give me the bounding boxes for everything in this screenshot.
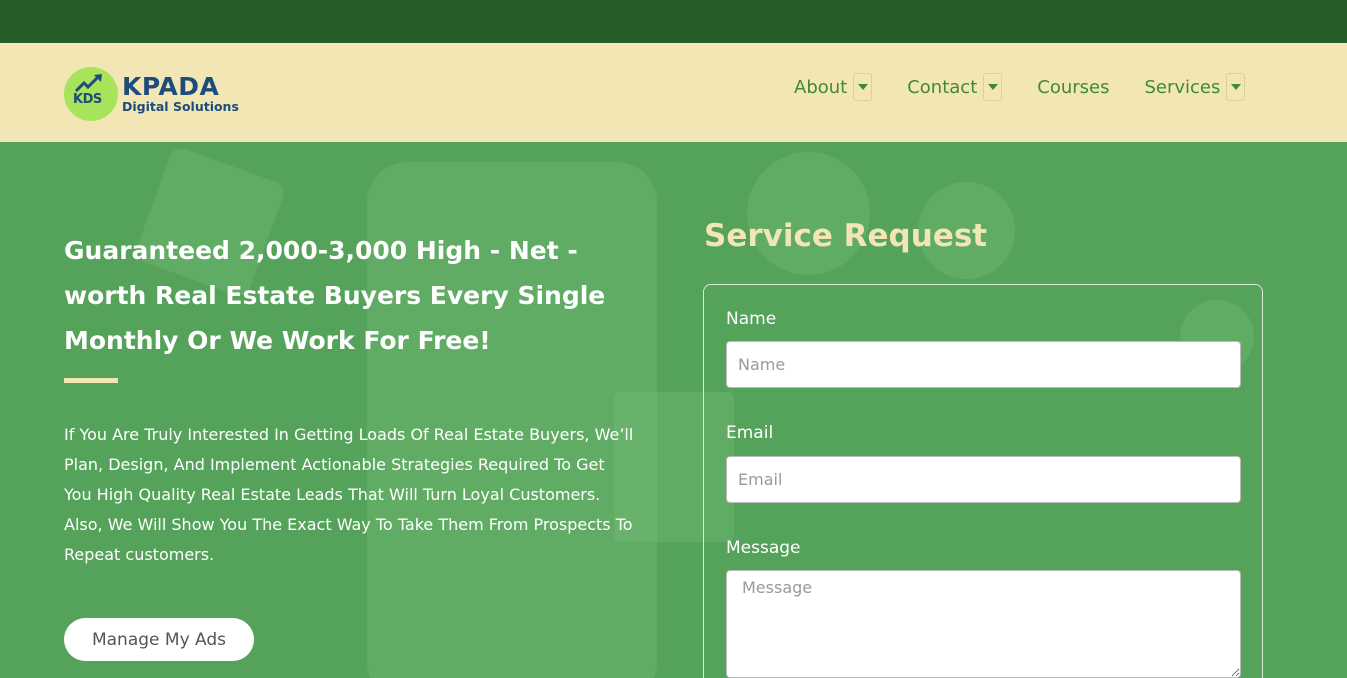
trend-arrow-icon — [74, 74, 102, 93]
logo-badge-text: KDS — [73, 92, 102, 107]
email-label: Email — [726, 423, 774, 443]
logo-wordmark: KPADA Digital Solutions — [122, 74, 239, 114]
chevron-down-icon[interactable] — [853, 73, 873, 101]
background-circle-shape — [747, 152, 870, 275]
name-label: Name — [726, 309, 777, 329]
nav-item-services[interactable]: Services — [1144, 73, 1246, 101]
name-field[interactable] — [726, 341, 1241, 388]
logo-badge: KDS — [64, 67, 118, 121]
headline-divider — [64, 378, 118, 383]
chevron-down-icon[interactable] — [1226, 73, 1246, 101]
nav-item-about[interactable]: About — [794, 73, 873, 101]
site-header: KDS KPADA Digital Solutions About Contac… — [0, 43, 1347, 142]
brand-name: KPADA — [122, 72, 220, 102]
nav-item-contact[interactable]: Contact — [907, 73, 1003, 101]
email-field[interactable] — [726, 456, 1241, 503]
nav-item-label: Contact — [907, 76, 978, 98]
main-nav: About Contact Courses Services — [794, 73, 1246, 101]
nav-item-label: Courses — [1037, 76, 1110, 98]
manage-my-ads-button[interactable]: Manage My Ads — [64, 618, 254, 661]
site-logo[interactable]: KDS KPADA Digital Solutions — [64, 67, 239, 121]
form-title: Service Request — [704, 218, 988, 254]
chevron-down-icon[interactable] — [983, 73, 1003, 101]
message-label: Message — [726, 538, 801, 558]
brand-subtitle: Digital Solutions — [122, 99, 239, 115]
hero-headline: Guaranteed 2,000-3,000 High - Net - wort… — [64, 236, 606, 355]
nav-item-courses[interactable]: Courses — [1037, 77, 1109, 98]
message-field[interactable] — [726, 570, 1241, 678]
hero-description: If You Are Truly Interested In Getting L… — [64, 425, 634, 564]
nav-item-label: Services — [1144, 76, 1221, 98]
nav-item-label: About — [794, 76, 848, 98]
top-bar — [0, 0, 1347, 43]
